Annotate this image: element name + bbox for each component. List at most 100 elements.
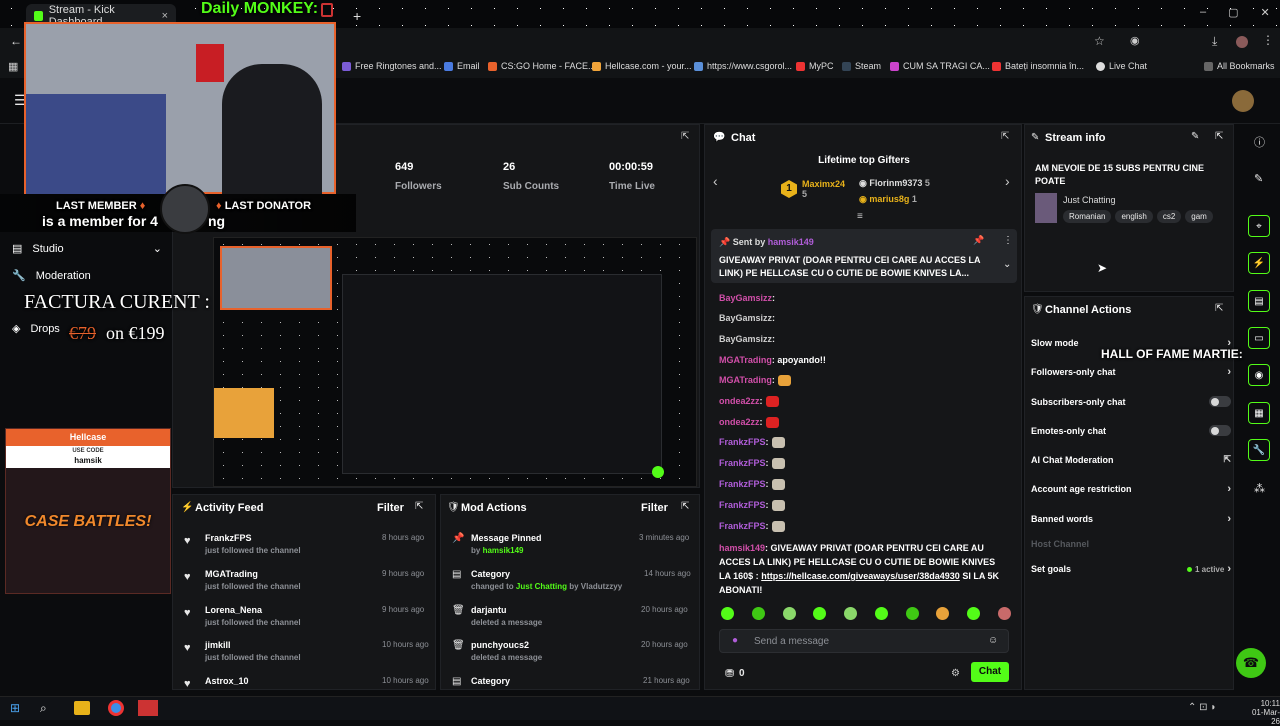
search-icon[interactable]: ⌕ [40,701,47,716]
activity-item[interactable]: ♥ MGATrading just followed the channel 9… [182,567,432,601]
windows-start-icon[interactable]: ⊞ [10,701,20,715]
points-icon[interactable]: ⛃ [725,667,734,680]
account-age-row[interactable]: Account age restriction › [1031,483,1231,495]
emotes-only-toggle[interactable] [1209,425,1231,436]
pinned-message[interactable]: 📌 Sent by hamsik149 📌 ⋮ GIVEAWAY PRIVAT … [711,229,1017,283]
mod-category-link[interactable]: Just Chatting [516,582,567,591]
mod-item[interactable]: ▤ Category changed to Just Chatting by V… [450,567,694,601]
sidebar-item-drops[interactable]: ◈ Drops [12,322,60,336]
bookmark-item[interactable]: Free Ringtones and... [342,61,442,71]
chat-message[interactable]: MGATrading: [719,375,791,387]
sidebar-item-studio[interactable]: ▤ Studio ⌄ [12,242,162,256]
category-name[interactable]: Just Chatting [1063,195,1116,205]
popout-icon[interactable]: ⇱ [681,131,689,142]
stream-preview-video[interactable] [213,237,697,487]
bookmark-item[interactable]: Email [444,61,480,71]
activity-item[interactable]: ♥ Lorena_Nena just followed the channel … [182,603,432,637]
mod-item[interactable]: 🗑 punchyoucs2 deleted a message 20 hours… [450,638,694,672]
gifter-3[interactable]: ◉ marius8g 1 [859,194,917,205]
broadcast-tool-button[interactable]: ◉ [1248,364,1270,386]
more-options-icon[interactable]: ⋮ [1003,235,1013,246]
emote-icon[interactable] [751,607,765,620]
emote-icon[interactable] [782,607,796,620]
emoji-icon[interactable]: ☺ [988,635,998,646]
chat-message[interactable]: MGATrading: apoyando!! [719,355,826,365]
activity-item[interactable]: ♥ jimkill just followed the channel 10 h… [182,638,432,672]
tag[interactable]: gam [1185,210,1213,223]
chat-message[interactable]: ondea2zz: [719,396,779,408]
activity-item[interactable]: ♥ Astrox_10 10 hours ago [182,674,432,690]
app-icon[interactable] [138,700,158,716]
clock[interactable]: 10:11 01-Mar-26 [1246,699,1280,726]
bookmark-item[interactable]: CS:GO Home - FACE... [488,61,596,71]
emote-icon[interactable] [997,607,1011,620]
chat-message[interactable]: FrankzFPS: [719,437,785,449]
bookmark-item[interactable]: Bateți insomnia în... [992,61,1084,71]
user-avatar[interactable] [1232,90,1254,112]
channel-actions-popout-icon[interactable]: ⇱ [1215,303,1223,314]
bookmark-item[interactable]: Live Chat [1096,61,1147,71]
new-tab-button[interactable]: + [345,4,369,28]
tag[interactable]: cs2 [1156,210,1182,223]
maximize-icon[interactable]: ▢ [1228,6,1238,19]
mod-item[interactable]: ▤ Category 21 hours ago [450,674,694,690]
mod-popout-icon[interactable]: ⇱ [681,501,689,512]
chat-message[interactable]: FrankzFPS: [719,458,785,470]
info-icon[interactable]: ⓘ [1254,134,1265,150]
browser-menu-icon[interactable]: ⋮ [1262,33,1274,47]
gifters-prev-icon[interactable]: ‹ [713,173,718,189]
bookmark-star-icon[interactable]: ☆ [1094,34,1105,48]
pencil-icon[interactable]: ✎ [1254,172,1263,185]
tag[interactable]: english [1115,210,1153,223]
bookmark-item[interactable]: CUM SA TRAGI CA... [890,61,990,71]
activity-item[interactable]: ♥ FrankzFPS just followed the channel 8 … [182,531,432,565]
chat-settings-icon[interactable]: ⚙ [951,668,960,679]
all-bookmarks[interactable]: All Bookmarks [1204,61,1275,71]
chat-message[interactable]: ondea2zz: [719,417,779,429]
emote-icon[interactable] [721,607,734,620]
chat-tool-button[interactable]: ▭ [1248,327,1270,349]
chrome-icon[interactable] [108,700,124,716]
close-window-icon[interactable]: ✕ [1261,6,1270,19]
tray-icons[interactable]: ⌃ ⊡ ◗ [1188,702,1216,713]
gifter-2[interactable]: ◉ Florinm9373 5 [859,178,930,189]
emote-icon[interactable] [813,607,827,620]
close-tab-icon[interactable]: × [162,10,168,22]
chat-message[interactable]: BayGamsizz: [719,334,775,344]
pin-icon[interactable]: 📌 [973,235,984,246]
bookmark-item[interactable]: https://www.csgorol... [694,61,792,71]
chat-message[interactable]: BayGamsizz: [719,313,775,323]
back-icon[interactable]: ← [10,34,22,48]
expand-pinned-icon[interactable]: ⌄ [1003,259,1011,270]
emote-icon[interactable] [936,607,950,620]
emote-icon[interactable] [844,607,858,620]
help-chat-icon[interactable]: ☎ [1236,648,1266,678]
emote-icon[interactable] [874,607,888,620]
chat-link[interactable]: https://hellcase.com/giveaways/user/38da… [761,571,960,581]
emote-icon[interactable] [905,607,919,620]
mod-filter-button[interactable]: Filter [641,502,668,514]
stream-info-popout-icon[interactable]: ⇱ [1215,131,1223,142]
document-tool-button[interactable]: ▤ [1248,290,1270,312]
bookmark-item[interactable]: Steam [842,61,881,71]
wrench-tool-button[interactable]: 🔧 [1248,439,1270,461]
apps-grid-icon[interactable]: ▦ [8,60,18,73]
chat-message-hamsik[interactable]: hamsik149: GIVEAWAY PRIVAT (DOAR PENTRU … [719,541,1005,597]
file-explorer-icon[interactable] [74,701,90,715]
minimize-icon[interactable]: – [1200,6,1206,19]
mod-item[interactable]: 🗑 darjantu deleted a message 20 hours ag… [450,603,694,637]
profile-avatar[interactable] [1236,36,1248,48]
edit-icon[interactable]: ✎ [1191,131,1199,142]
chat-message[interactable]: BayGamsizz: [719,293,775,303]
chat-message[interactable]: FrankzFPS: [719,521,785,533]
bolt-tool-button[interactable]: ⚡ [1248,252,1270,274]
emote-icon[interactable] [967,607,981,620]
ai-moderation-row[interactable]: AI Chat Moderation ⇱ [1031,454,1231,465]
share-icon[interactable]: ⁂ [1254,482,1265,495]
activity-popout-icon[interactable]: ⇱ [415,501,423,512]
collapse-gifters-icon[interactable]: ≡ [857,211,863,222]
set-goals-row[interactable]: Set goals 1 active › [1031,563,1231,575]
mod-item[interactable]: 📌 Message Pinned by hamsik149 3 minutes … [450,531,694,565]
tag[interactable]: Romanian [1063,210,1112,223]
banned-words-row[interactable]: Banned words › [1031,513,1231,525]
